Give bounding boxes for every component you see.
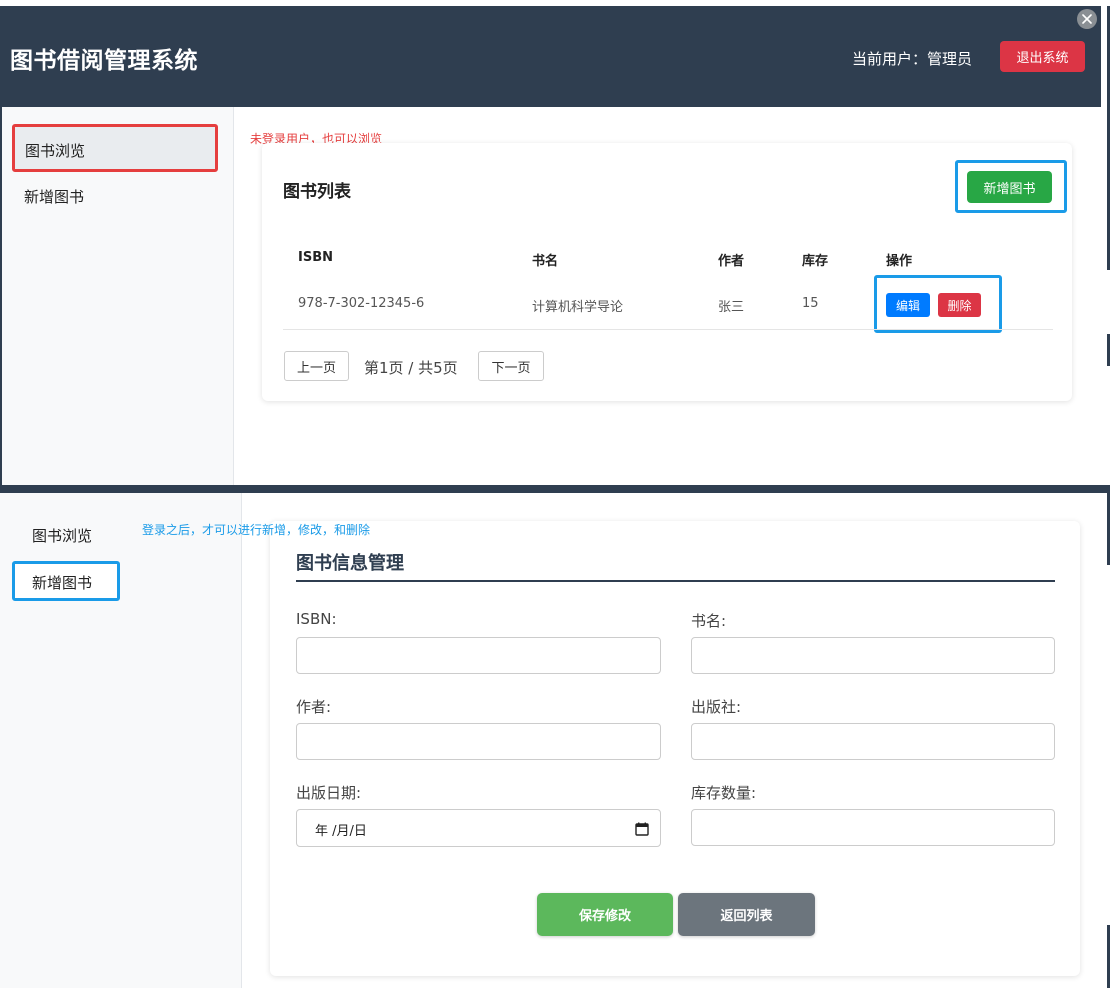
author-label: 作者:	[296, 698, 332, 716]
author-input[interactable]	[296, 723, 661, 760]
form-title: 图书信息管理	[296, 553, 404, 574]
name-input[interactable]	[691, 637, 1055, 674]
sidebar-item-label: 新增图书	[32, 574, 93, 592]
column-header-actions: 操作	[886, 254, 913, 269]
name-label: 书名:	[691, 612, 727, 630]
current-user-label: 当前用户：管理员	[852, 50, 973, 68]
column-header-name: 书名	[532, 254, 559, 269]
stock-input[interactable]	[691, 809, 1055, 846]
publish-date-placeholder: 年 /月/日	[315, 824, 367, 839]
publisher-input[interactable]	[691, 723, 1055, 760]
close-icon[interactable]	[1077, 9, 1097, 29]
save-button[interactable]: 保存修改	[537, 893, 673, 936]
page-status: 第1页 / 共5页	[364, 359, 458, 377]
sidebar-item-add-book[interactable]: 新增图书	[24, 186, 84, 207]
column-header-isbn: ISBN	[298, 250, 333, 265]
stock-label: 库存数量:	[691, 784, 757, 802]
add-book-button[interactable]: 新增图书	[967, 171, 1052, 203]
prev-page-button[interactable]: 上一页	[284, 351, 349, 381]
book-list-title: 图书列表	[283, 182, 351, 202]
edit-button[interactable]: 编辑	[886, 293, 930, 317]
sidebar-item-browse[interactable]: 图书浏览	[12, 124, 218, 172]
isbn-input[interactable]	[296, 637, 661, 674]
cell-author: 张三	[718, 300, 745, 315]
logout-button[interactable]: 退出系统	[1000, 41, 1085, 72]
screenshot-divider	[0, 485, 1110, 493]
column-header-stock: 库存	[802, 254, 829, 269]
book-list-screen: 图书借阅管理系统 当前用户：管理员 退出系统 图书浏览 新增图书 未登录用户，也…	[0, 0, 1110, 487]
back-to-list-button[interactable]: 返回列表	[678, 893, 815, 936]
sidebar-item-browse[interactable]: 图书浏览	[32, 525, 92, 546]
publish-date-label: 出版日期:	[296, 784, 362, 802]
window-right-edge	[1101, 6, 1110, 487]
delete-button[interactable]: 删除	[938, 293, 981, 317]
login-annotation: 登录之后，才可以进行新增，修改，和删除	[142, 523, 371, 537]
app-title: 图书借阅管理系统	[10, 48, 198, 74]
publish-date-input[interactable]: 年 /月/日	[296, 809, 661, 847]
publisher-label: 出版社:	[691, 698, 742, 716]
next-page-button[interactable]: 下一页	[478, 351, 544, 381]
sidebar-item-label: 图书浏览	[25, 142, 86, 160]
column-header-author: 作者	[718, 254, 745, 269]
cell-isbn: 978-7-302-12345-6	[298, 296, 425, 311]
table-row-divider	[283, 329, 1053, 330]
form-title-rule	[296, 580, 1055, 582]
sidebar: 图书浏览 新增图书	[0, 493, 242, 988]
cell-name: 计算机科学导论	[532, 300, 624, 315]
sidebar: 图书浏览 新增图书	[2, 107, 234, 487]
sidebar-item-add-book[interactable]: 新增图书	[12, 561, 120, 601]
isbn-label: ISBN:	[296, 610, 337, 628]
calendar-icon[interactable]	[635, 822, 649, 836]
cell-stock: 15	[802, 296, 819, 311]
